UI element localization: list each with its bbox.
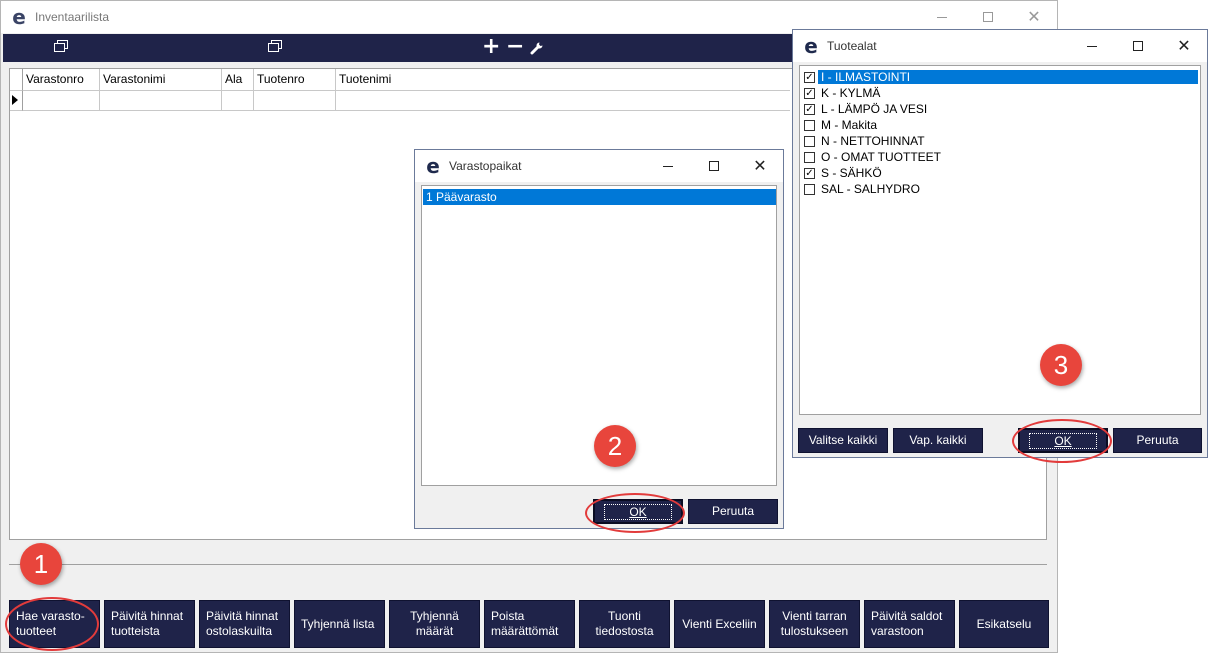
vapauta-kaikki-button[interactable]: Vap. kaikki	[893, 428, 983, 453]
paivita-hinnat-tuotteista-button[interactable]: Päivitä hinnat tuotteista	[104, 600, 195, 648]
tuotealat-title: Tuotealat	[827, 39, 877, 53]
tyhjenna-lista-button[interactable]: Tyhjennä lista	[294, 600, 385, 648]
maximize-button[interactable]	[691, 150, 737, 182]
checklist-item[interactable]: ✓ K - KYLMÄ	[804, 85, 880, 101]
table-row[interactable]	[10, 91, 790, 111]
checkbox[interactable]	[804, 151, 815, 163]
column-header-ala[interactable]: Ala	[222, 69, 254, 91]
checkbox[interactable]	[804, 183, 815, 195]
maximize-icon	[983, 12, 993, 22]
cell-ala[interactable]	[222, 91, 254, 111]
checklist-item[interactable]: ✓ I - ILMASTOINTI	[804, 69, 1198, 85]
checkbox[interactable]	[804, 135, 815, 147]
close-icon: ✕	[1177, 36, 1191, 55]
checklist-item[interactable]: N - NETTOHINNAT	[804, 133, 925, 149]
checkbox[interactable]: ✓	[804, 167, 815, 179]
varastopaikat-titlebar[interactable]: e Varastopaikat ✕	[415, 150, 783, 182]
annotation-badge-1: 1	[20, 543, 62, 585]
varastopaikat-title: Varastopaikat	[449, 159, 522, 173]
column-header-varastonro[interactable]: Varastonro	[23, 69, 100, 91]
app-logo-icon: e	[804, 34, 818, 58]
maximize-button[interactable]	[1115, 30, 1161, 62]
cell-varastonro[interactable]	[23, 91, 100, 111]
esikatselu-button[interactable]: Esikatselu	[959, 600, 1049, 648]
vienti-exceliin-button[interactable]: Vienti Exceliin	[674, 600, 765, 648]
cell-tuotenro[interactable]	[254, 91, 336, 111]
annotation-badge-3: 3	[1040, 344, 1082, 386]
tuonti-tiedostosta-button[interactable]: Tuonti tiedostosta	[579, 600, 670, 648]
valitse-kaikki-button[interactable]: Valitse kaikki	[798, 428, 888, 453]
checklist-item[interactable]: M - Makita	[804, 117, 877, 133]
close-button[interactable]: ✕	[737, 150, 783, 182]
column-header-tuotenro[interactable]: Tuotenro	[254, 69, 336, 91]
close-icon: ✕	[753, 156, 767, 175]
minimize-icon	[937, 16, 947, 18]
status-bar	[9, 564, 1047, 588]
maximize-icon	[709, 161, 719, 171]
grid-header-row: Varastonro Varastonimi Ala Tuotenro Tuot…	[10, 69, 790, 91]
checkbox[interactable]: ✓	[804, 103, 815, 115]
add-row-icon[interactable]: +	[482, 36, 500, 58]
checkbox[interactable]: ✓	[804, 87, 815, 99]
cell-varastonimi[interactable]	[100, 91, 222, 111]
minimize-button[interactable]	[645, 150, 691, 182]
close-icon: ✕	[1027, 7, 1041, 26]
main-window-title: Inventaarilista	[35, 10, 110, 24]
close-button[interactable]: ✕	[1161, 30, 1207, 62]
checklist-item[interactable]: O - OMAT TUOTTEET	[804, 149, 941, 165]
remove-row-icon[interactable]: −	[506, 36, 524, 58]
paivita-saldot-varastoon-button[interactable]: Päivitä saldot varastoon	[864, 600, 955, 648]
tuotealat-checklist[interactable]: ✓ I - ILMASTOINTI ✓ K - KYLMÄ ✓ L - LÄMP…	[799, 65, 1201, 415]
varastopaikat-dialog: e Varastopaikat ✕ 1 Päävarasto OK Peruut…	[414, 149, 784, 529]
app-logo-icon: e	[12, 5, 26, 29]
annotation-ellipse-3	[1012, 419, 1112, 463]
minimize-icon	[663, 165, 673, 167]
current-row-arrow-icon	[12, 95, 18, 105]
tuotealat-peruuta-button[interactable]: Peruuta	[1113, 428, 1202, 453]
annotation-badge-2: 2	[594, 425, 636, 467]
tyhjenna-maarat-button[interactable]: Tyhjennä määrät	[389, 600, 480, 648]
checkbox[interactable]	[804, 119, 815, 131]
maximize-icon	[1133, 41, 1143, 51]
checkbox[interactable]: ✓	[804, 71, 815, 83]
tuotealat-titlebar[interactable]: e Tuotealat ✕	[793, 30, 1207, 62]
annotation-ellipse-2	[585, 493, 685, 533]
checklist-item[interactable]: ✓ S - SÄHKÖ	[804, 165, 882, 181]
vienti-tarran-tulostukseen-button[interactable]: Vienti tarran tulostukseen	[769, 600, 860, 648]
poista-maarattomat-button[interactable]: Poista määrättömät	[484, 600, 575, 648]
restore-window-icon[interactable]	[54, 40, 68, 52]
checklist-item[interactable]: SAL - SALHYDRO	[804, 181, 920, 197]
cell-tuotenimi[interactable]	[336, 91, 790, 111]
paivita-hinnat-ostolaskuilta-button[interactable]: Päivitä hinnat ostolaskuilta	[199, 600, 290, 648]
minimize-button[interactable]	[1069, 30, 1115, 62]
column-header-tuotenimi[interactable]: Tuotenimi	[336, 69, 790, 91]
list-item[interactable]: 1 Päävarasto	[423, 189, 776, 205]
column-header-varastonimi[interactable]: Varastonimi	[100, 69, 222, 91]
restore-window-icon-2[interactable]	[268, 40, 282, 52]
wrench-icon[interactable]	[530, 41, 544, 55]
tuotealat-dialog: e Tuotealat ✕ ✓ I - ILMASTOINTI ✓ K - KY…	[792, 29, 1208, 458]
varastopaikat-peruuta-button[interactable]: Peruuta	[688, 499, 778, 524]
row-indicator	[10, 91, 23, 111]
minimize-icon	[1087, 45, 1097, 47]
app-logo-icon: e	[426, 154, 440, 178]
annotation-ellipse-1	[5, 597, 99, 651]
checklist-item[interactable]: ✓ L - LÄMPÖ JA VESI	[804, 101, 927, 117]
